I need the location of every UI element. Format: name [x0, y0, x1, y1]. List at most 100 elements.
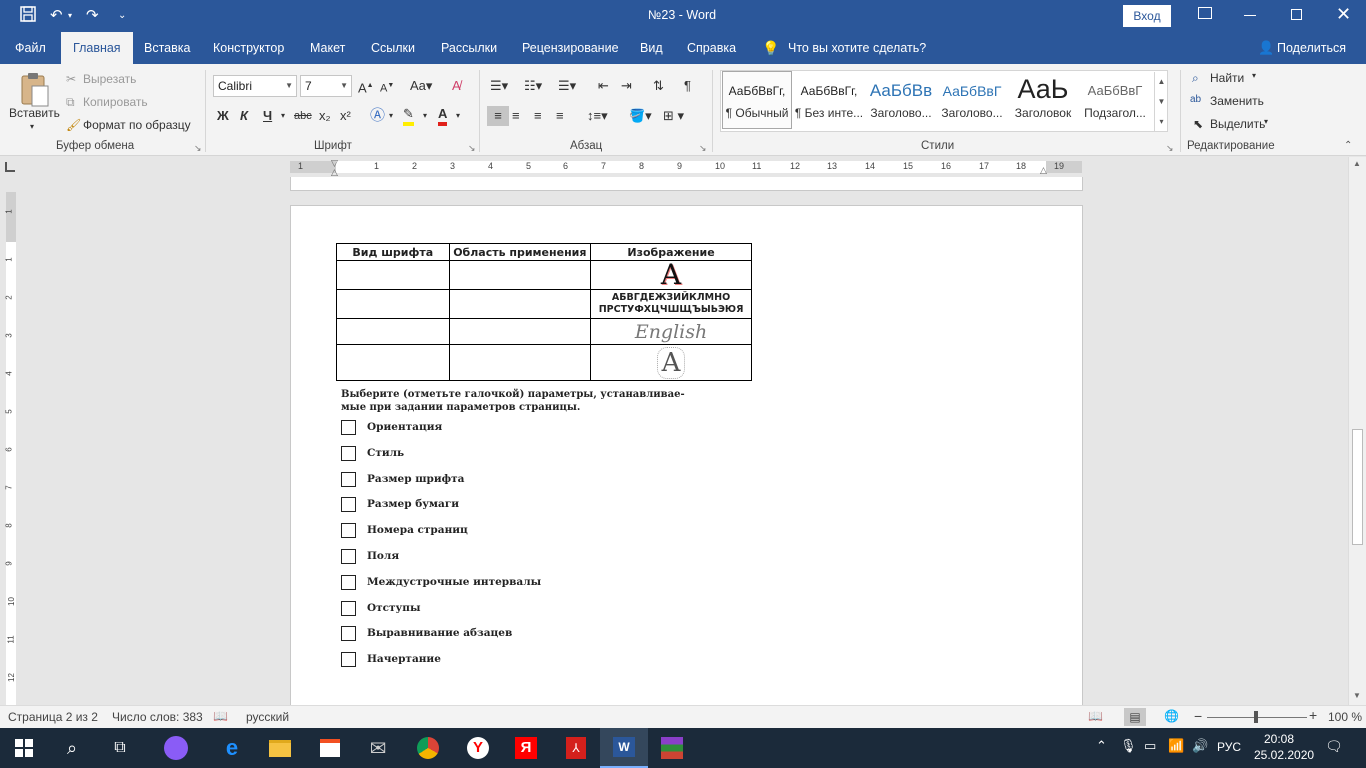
checkbox-icon[interactable] [341, 549, 356, 564]
style-no-spacing[interactable]: АаБбВвГг, ¶ Без инте... [794, 72, 864, 128]
table-cell-image[interactable]: АБВГДЕЖЗИЙКЛМНО ПРСТУФХЦЧШЩЪЫЬЭЮЯ [590, 289, 752, 319]
align-right-icon[interactable]: ≡ [534, 106, 542, 126]
web-layout-icon[interactable]: 🌐 [1164, 709, 1179, 723]
style-heading-2[interactable]: АаБбВвГ Заголово... [937, 72, 1007, 128]
tab-mailings[interactable]: Рассылки [441, 32, 497, 64]
signin-button[interactable]: Вход [1123, 5, 1171, 27]
table-cell-image[interactable]: English [590, 318, 752, 345]
microphone-icon[interactable]: 🎙 [1120, 738, 1137, 754]
pdf-reader-icon[interactable]: ⅄ [552, 728, 600, 768]
vertical-scrollbar[interactable]: ▲ ▼ [1348, 157, 1366, 705]
select-dropdown-icon[interactable]: ▾ [1264, 117, 1268, 126]
save-icon[interactable] [20, 6, 36, 28]
winrar-icon[interactable] [648, 728, 696, 768]
checkbox-icon[interactable] [341, 420, 356, 435]
sort-icon[interactable]: ⇅ [653, 76, 664, 96]
justify-icon[interactable]: ≡ [556, 106, 564, 126]
find-button[interactable]: Найти [1210, 71, 1244, 85]
strikethrough-button[interactable]: abc [294, 106, 312, 126]
checkbox-icon[interactable] [341, 523, 356, 539]
clear-formatting-icon[interactable]: A̸ [452, 76, 461, 96]
page-count[interactable]: Страница 2 из 2 [8, 710, 98, 724]
undo-dropdown-icon[interactable]: ▾ [68, 6, 72, 26]
checkbox-icon[interactable] [341, 600, 356, 616]
style-heading-1[interactable]: АаБбВв Заголово... [866, 72, 936, 128]
table-cell[interactable] [448, 318, 592, 345]
checkbox-icon[interactable] [341, 497, 356, 513]
borders-icon[interactable]: ⊞ ▾ [663, 106, 684, 126]
subscript-button[interactable]: x₂ [319, 106, 331, 126]
italic-button[interactable]: К [240, 106, 248, 126]
table-cell[interactable] [448, 289, 592, 319]
tab-layout[interactable]: Макет [310, 32, 345, 64]
read-mode-icon[interactable]: 📖 [1088, 709, 1103, 723]
font-launcher-icon[interactable]: ↘ [468, 143, 476, 154]
ribbon-display-icon[interactable] [1198, 7, 1212, 19]
paste-dropdown-icon[interactable]: ▾ [30, 122, 34, 131]
style-normal[interactable]: АаБбВвГг, ¶ Обычный [722, 71, 792, 129]
table-cell[interactable] [336, 289, 450, 319]
word-count[interactable]: Число слов: 383 [112, 710, 203, 724]
text-effects-icon[interactable]: Ⓐ [370, 106, 385, 126]
proofing-icon[interactable]: 📖 [213, 709, 228, 723]
text-effects-dropdown-icon[interactable]: ▾ [389, 106, 393, 126]
font-color-dropdown-icon[interactable]: ▾ [456, 106, 460, 126]
tab-home[interactable]: Главная [61, 32, 133, 64]
customize-qat-icon[interactable]: ⌄ [118, 6, 126, 26]
select-button[interactable]: Выделить [1210, 117, 1265, 131]
horizontal-ruler[interactable]: 1 1 2 3 4 5 6 7 8 9 10 11 12 13 14 15 16 17 18 19 ▽ △ △ [0, 157, 1366, 177]
start-icon[interactable] [0, 728, 48, 768]
collapse-ribbon-icon[interactable]: ⌃ [1344, 140, 1352, 151]
highlight-icon[interactable]: ✎ [403, 106, 414, 126]
font-color-icon[interactable]: A [438, 106, 448, 126]
zoom-slider-thumb[interactable] [1254, 711, 1258, 723]
line-spacing-icon[interactable]: ↕≡▾ [587, 106, 608, 126]
close-icon[interactable]: ✕ [1336, 4, 1351, 25]
zoom-out-icon[interactable]: − [1194, 708, 1202, 724]
clipboard-launcher-icon[interactable]: ↘ [194, 143, 202, 154]
tab-insert[interactable]: Вставка [144, 32, 190, 64]
store-icon[interactable] [306, 728, 354, 768]
format-painter-button[interactable]: Формат по образцу [83, 118, 191, 132]
share-button[interactable]: Поделиться [1277, 32, 1346, 64]
input-language[interactable]: РУС [1217, 740, 1241, 754]
scroll-up-icon[interactable]: ▲ [1353, 159, 1361, 168]
decrease-indent-icon[interactable]: ⇤ [598, 76, 609, 96]
alice-icon[interactable] [152, 728, 200, 768]
style-subtitle[interactable]: АаБбВвГ Подзагол... [1080, 72, 1150, 128]
tray-expand-icon[interactable]: ⌃ [1096, 738, 1107, 754]
chrome-icon[interactable] [404, 728, 452, 768]
font-size-combo[interactable]: 7 ▼ [300, 75, 352, 97]
scroll-down-icon[interactable]: ▼ [1353, 691, 1361, 700]
grow-font-icon[interactable]: A▲ [358, 76, 374, 98]
underline-dropdown-icon[interactable]: ▾ [281, 106, 285, 126]
clock-date[interactable]: 25.02.2020 [1254, 748, 1314, 762]
checkbox-icon[interactable] [341, 652, 356, 668]
font-name-combo[interactable]: Calibri ▼ [213, 75, 297, 97]
multilevel-list-icon[interactable]: ☰▾ [558, 76, 576, 96]
clock-time[interactable]: 20:08 [1264, 732, 1294, 746]
yandex-browser-icon[interactable]: Y [454, 728, 502, 768]
shading-icon[interactable]: 🪣▾ [629, 106, 652, 126]
align-center-icon[interactable]: ≡ [512, 106, 520, 126]
copy-button[interactable]: Копировать [83, 95, 148, 109]
checkbox-icon[interactable] [341, 626, 356, 642]
restore-icon[interactable] [1291, 9, 1302, 20]
volume-icon[interactable]: 🔊 [1192, 738, 1208, 754]
scroll-thumb[interactable] [1352, 429, 1363, 545]
tab-file[interactable]: Файл [15, 32, 46, 64]
styles-launcher-icon[interactable]: ↘ [1166, 143, 1174, 154]
paste-icon[interactable] [18, 70, 52, 108]
show-marks-icon[interactable]: ¶ [684, 76, 691, 96]
table-cell[interactable] [448, 260, 592, 290]
table-cell[interactable] [336, 260, 450, 290]
edge-icon[interactable]: e [208, 728, 256, 768]
superscript-button[interactable]: x² [340, 106, 351, 126]
bold-button[interactable]: Ж [217, 106, 229, 126]
word-taskbar-icon[interactable]: W [600, 728, 648, 768]
tell-me-search[interactable]: Что вы хотите сделать? [788, 32, 926, 64]
search-icon[interactable]: ⌕ [48, 728, 96, 768]
mail-icon[interactable]: ✉ [354, 728, 402, 768]
file-explorer-icon[interactable] [256, 728, 304, 768]
checkbox-icon[interactable] [341, 574, 356, 590]
